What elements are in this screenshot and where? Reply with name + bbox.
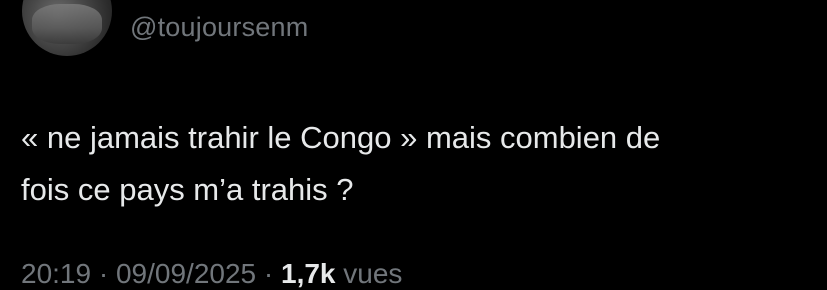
views-label: vues [343, 258, 403, 289]
tweet-date[interactable]: 09/09/2025 [116, 258, 256, 289]
tweet-time[interactable]: 20:19 [21, 258, 91, 289]
tweet-metadata: 20:19 · 09/09/2025 · 1,7k vues [21, 258, 402, 290]
views-count[interactable]: 1,7k [281, 258, 336, 289]
author-handle[interactable]: @toujoursenm [130, 12, 308, 43]
meta-separator: · [98, 258, 109, 289]
meta-separator: · [263, 258, 274, 289]
tweet-text: « ne jamais trahir le Congo » mais combi… [21, 112, 801, 216]
tweet-text-line-1: « ne jamais trahir le Congo » mais combi… [21, 120, 661, 155]
tweet-text-line-2: fois ce pays m’a trahis ? [21, 172, 354, 207]
avatar[interactable] [22, 0, 112, 56]
